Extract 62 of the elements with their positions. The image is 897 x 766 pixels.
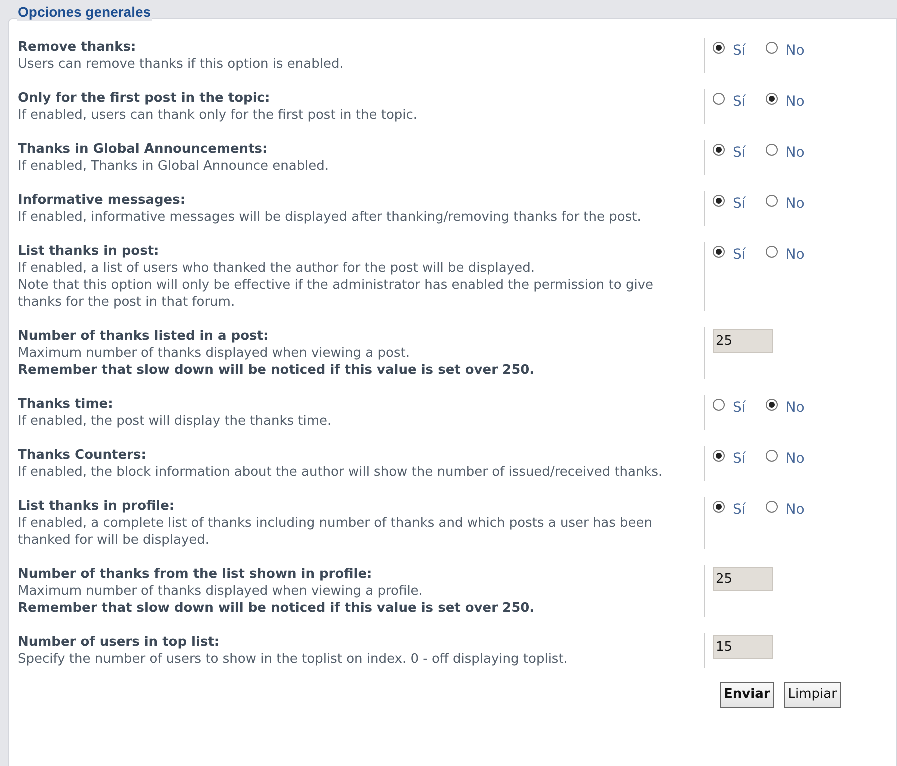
option-title: Informative messages: <box>18 192 187 209</box>
number-input-field[interactable]: 25 <box>713 567 773 591</box>
radio-button[interactable] <box>713 501 725 513</box>
option-title: Thanks Counters: <box>18 447 148 464</box>
radio-button[interactable] <box>766 195 778 207</box>
radio-label: No <box>786 93 805 112</box>
option-title: Number of users in top list: <box>18 634 221 651</box>
option-description: If enabled, a list of users who thanked the author for the post will be displayed. <box>18 260 536 277</box>
radio-button[interactable] <box>766 42 778 54</box>
option-title: List thanks in post: <box>18 243 160 260</box>
option-title: List thanks in profile: <box>18 498 176 515</box>
submit-button[interactable]: Enviar <box>720 682 774 708</box>
radio-button[interactable] <box>713 195 725 207</box>
radio-label: No <box>786 399 805 418</box>
option-note: Note that this option will only be effective if the administrator has enabled the permission to give thanks for the post in that forum. <box>18 277 655 311</box>
option-title: Thanks time: <box>18 396 114 413</box>
radio-label: No <box>786 501 805 520</box>
radio-button[interactable] <box>766 93 778 105</box>
radio-button[interactable] <box>766 450 778 462</box>
radio-label: No <box>786 450 805 469</box>
radio-label: Sí <box>733 195 746 214</box>
radio-label: No <box>786 144 805 163</box>
radio-label: No <box>786 246 805 265</box>
radio-button[interactable] <box>713 144 725 156</box>
radio-button[interactable] <box>766 501 778 513</box>
reset-button[interactable]: Limpiar <box>784 682 841 708</box>
radio-label: Sí <box>733 399 746 418</box>
option-description: If enabled, the post will display the thanks time. <box>18 413 333 430</box>
option-description: Specify the number of users to show in the toplist on index. 0 - off displaying toplist. <box>18 651 569 668</box>
option-description: If enabled, a complete list of thanks including number of thanks and which posts a user has been thanked for will be displayed. <box>18 515 654 549</box>
option-description: If enabled, informative messages will be displayed after thanking/removing thanks for the post. <box>18 209 642 226</box>
radio-label: Sí <box>733 93 746 112</box>
number-input-field[interactable]: 25 <box>713 329 773 353</box>
option-description: If enabled, users can thank only for the first post in the topic. <box>18 107 419 124</box>
option-title: Only for the first post in the topic: <box>18 90 272 107</box>
radio-button[interactable] <box>713 42 725 54</box>
radio-label: Sí <box>733 42 746 61</box>
option-description: Users can remove thanks if this option is enabled. <box>18 56 345 73</box>
option-title: Remove thanks: <box>18 39 138 56</box>
option-description: If enabled, the block information about the author will show the number of issued/received thanks. <box>18 464 664 481</box>
radio-label: Sí <box>733 450 746 469</box>
radio-button[interactable] <box>766 144 778 156</box>
option-title: Number of thanks from the list shown in profile: <box>18 566 374 583</box>
radio-button[interactable] <box>713 246 725 258</box>
radio-label: No <box>786 42 805 61</box>
option-warning: Remember that slow down will be noticed if this value is set over 250. <box>18 600 536 617</box>
radio-label: Sí <box>733 501 746 520</box>
option-description: If enabled, Thanks in Global Announce enabled. <box>18 158 330 175</box>
number-input-field[interactable]: 15 <box>713 635 773 659</box>
option-description: Maximum number of thanks displayed when viewing a post. <box>18 345 411 362</box>
option-description: Maximum number of thanks displayed when viewing a profile. <box>18 583 424 600</box>
radio-button[interactable] <box>766 246 778 258</box>
radio-label: Sí <box>733 246 746 265</box>
radio-button[interactable] <box>713 450 725 462</box>
radio-label: No <box>786 195 805 214</box>
radio-button[interactable] <box>713 93 725 105</box>
option-title: Number of thanks listed in a post: <box>18 328 270 345</box>
option-warning: Remember that slow down will be noticed if this value is set over 250. <box>18 362 536 379</box>
radio-button[interactable] <box>713 399 725 411</box>
radio-label: Sí <box>733 144 746 163</box>
radio-button[interactable] <box>766 399 778 411</box>
option-title: Thanks in Global Announcements: <box>18 141 269 158</box>
